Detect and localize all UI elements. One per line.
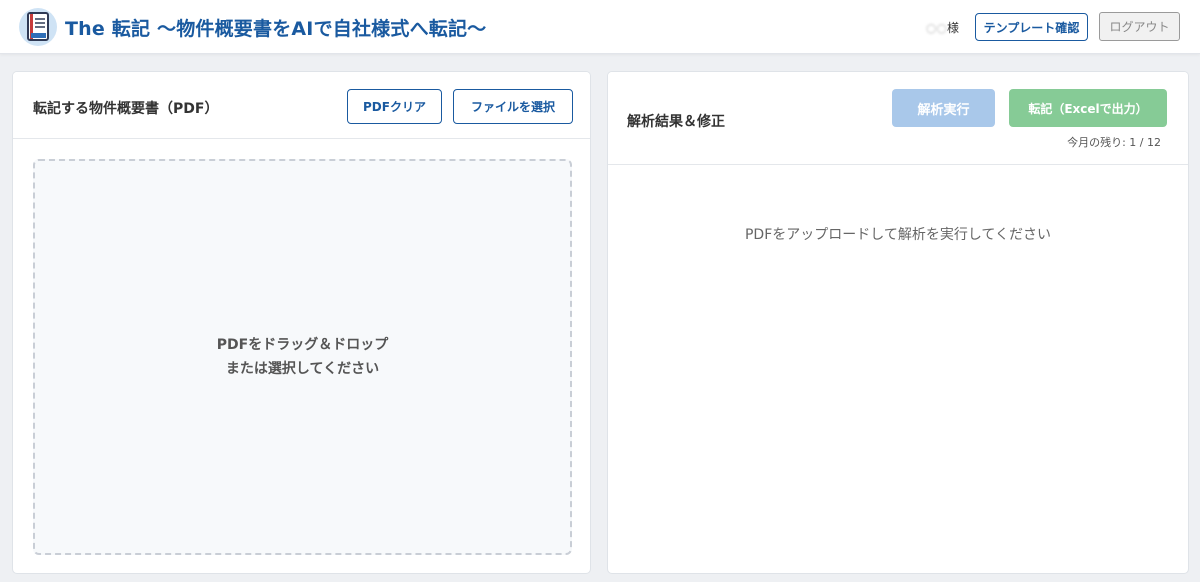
user-name-blurred: ○○ bbox=[926, 21, 947, 35]
analysis-panel-header: 解析結果＆修正 解析実行 転記（Excelで出力） 今月の残り: 1 / 12 bbox=[608, 72, 1188, 165]
dropzone-instruction-2: または選択してください bbox=[225, 361, 380, 377]
pdf-upload-panel: 転記する物件概要書（PDF） PDFクリア ファイルを選択 PDFをドラッグ＆ド… bbox=[12, 71, 591, 574]
document-book-icon bbox=[19, 8, 57, 46]
empty-state-message: PDFをアップロードして解析を実行してください bbox=[744, 227, 1051, 243]
user-suffix: 様 bbox=[946, 21, 959, 35]
transcribe-excel-button[interactable]: 転記（Excelで出力） bbox=[1009, 89, 1167, 127]
user-name: ○○様 bbox=[926, 19, 959, 36]
pdf-upload-panel-header: 転記する物件概要書（PDF） PDFクリア ファイルを選択 bbox=[13, 72, 590, 139]
analysis-panel-title: 解析結果＆修正 bbox=[627, 114, 725, 130]
analysis-result-panel: 解析結果＆修正 解析実行 転記（Excelで出力） 今月の残り: 1 / 12 … bbox=[607, 71, 1189, 574]
dropzone-instruction-1: PDFをドラッグ＆ドロップ bbox=[216, 337, 389, 353]
pdf-dropzone[interactable]: PDFをドラッグ＆ドロップ または選択してください bbox=[33, 159, 572, 555]
pdf-panel-title: 転記する物件概要書（PDF） bbox=[33, 101, 219, 117]
logout-button[interactable]: ログアウト bbox=[1099, 12, 1180, 41]
remaining-count: 今月の残り: 1 / 12 bbox=[1067, 136, 1161, 149]
template-check-button[interactable]: テンプレート確認 bbox=[975, 13, 1088, 41]
app-title: The 転記 〜物件概要書をAIで自社様式へ転記〜 bbox=[65, 18, 487, 40]
select-file-button[interactable]: ファイルを選択 bbox=[453, 89, 573, 124]
app-header: The 転記 〜物件概要書をAIで自社様式へ転記〜 ○○様 テンプレート確認 ロ… bbox=[0, 0, 1200, 54]
analyze-button[interactable]: 解析実行 bbox=[892, 89, 995, 127]
pdf-clear-button[interactable]: PDFクリア bbox=[347, 89, 442, 124]
